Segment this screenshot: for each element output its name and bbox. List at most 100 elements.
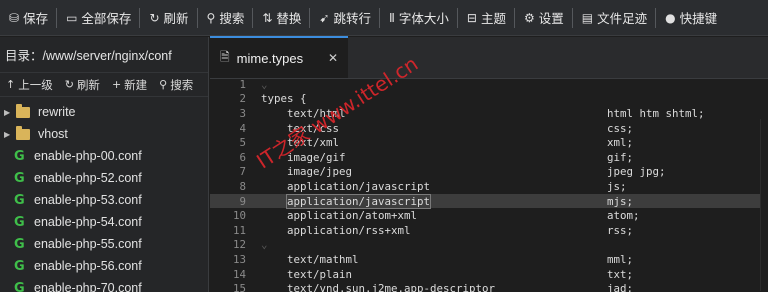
code-value: txt; <box>607 267 634 281</box>
code-editor: 🗎 mime.types ✕ 1 ⌄ 2 types {3 text/html html … <box>210 36 768 292</box>
save-icon: ⛁ <box>9 10 20 25</box>
conf-file-icon: G <box>14 170 25 186</box>
code-line: 12 ⌄ <box>210 238 768 253</box>
tree-item-label: enable-php-00.conf <box>34 149 142 163</box>
sidebar-action-label: 刷新 <box>76 79 100 92</box>
line-number: 11 <box>232 223 246 237</box>
tab-bar: 🗎 mime.types ✕ <box>210 36 768 79</box>
tree-item-label: vhost <box>38 127 68 141</box>
caret-right-icon: ▶ <box>4 129 11 139</box>
code-value: html htm shtml; <box>607 106 705 120</box>
toolbar-button-label: 跳转行 <box>333 12 371 26</box>
tree-item-label: enable-php-54.conf <box>34 215 142 229</box>
toolbar-button-2[interactable]: ↻ 刷新 <box>140 0 196 35</box>
code-value: jad; <box>607 282 634 292</box>
toolbar-button-label: 搜索 <box>219 12 245 26</box>
toolbar-button-label: 快捷键 <box>679 12 718 26</box>
sidebar-action-3[interactable]: ⚲ 搜索 <box>153 77 199 93</box>
line-number: 2 <box>239 92 246 106</box>
tree-file[interactable]: Genable-php-55.conf <box>0 233 208 255</box>
line-number: 7 <box>239 165 246 179</box>
code-line: 1 ⌄ <box>210 77 768 92</box>
tree-file[interactable]: Genable-php-54.conf <box>0 211 208 233</box>
search-icon: ⚲ <box>159 78 168 91</box>
code-value: xml; <box>607 136 634 150</box>
close-icon[interactable]: ✕ <box>328 51 338 65</box>
code-line-highlighted: 9 application/javascript mjs; <box>210 193 768 209</box>
sidebar-action-label: 上一级 <box>18 79 53 92</box>
conf-file-icon: G <box>14 214 25 230</box>
toolbar-button-label: 刷新 <box>163 12 189 26</box>
toolbar-button-3[interactable]: ⚲ 搜索 <box>198 0 253 35</box>
code-value: atom; <box>607 209 640 223</box>
code-value: jpeg jpg; <box>607 165 666 179</box>
toolbar-button-0[interactable]: ⛁ 保存 <box>0 0 56 35</box>
toolbar-button-5[interactable]: ➹ 跳转行 <box>310 0 379 35</box>
line-number: 5 <box>239 136 246 150</box>
sidebar-action-2[interactable]: + 新建 <box>106 77 153 93</box>
line-number: 4 <box>239 121 246 135</box>
sidebar-action-1[interactable]: ↻ 刷新 <box>59 77 106 93</box>
toolbar-button-1[interactable]: ▭ 全部保存 <box>57 0 139 35</box>
line-number: 14 <box>232 267 246 281</box>
refresh-icon: ↻ <box>149 10 160 25</box>
search-icon: ⚲ <box>206 10 216 25</box>
code-text: application/rss+xml <box>287 223 411 237</box>
code-text: text/mathml <box>287 252 359 266</box>
tree-folder[interactable]: ▶ rewrite <box>0 101 208 123</box>
tree-file[interactable]: Genable-php-56.conf <box>0 255 208 277</box>
tree-file[interactable]: Genable-php-52.conf <box>0 167 208 189</box>
code-value: gif; <box>607 150 634 164</box>
conf-file-icon: G <box>14 280 25 292</box>
toolbar-button-label: 文件足迹 <box>597 12 648 26</box>
line-number: 12 <box>232 238 246 252</box>
code-line: 11 application/rss+xml rss; <box>210 223 768 238</box>
sidebar-action-0[interactable]: ↑ 上一级 <box>0 77 59 93</box>
document-icon: 🗎 <box>220 49 230 64</box>
line-number: 8 <box>239 179 246 193</box>
code-area[interactable]: 1 ⌄ 2 types {3 text/html html htm shtml; 4 text… <box>210 77 768 292</box>
toolbar-button-9[interactable]: ▤ 文件足迹 <box>573 0 655 35</box>
font-size-icon: Ⅱ <box>388 10 395 25</box>
toolbar-button-4[interactable]: ⇅ 替换 <box>253 0 309 35</box>
conf-file-icon: G <box>14 148 25 164</box>
toolbar-button-label: 全部保存 <box>81 12 132 26</box>
conf-file-icon: G <box>14 192 25 208</box>
toolbar-button-6[interactable]: Ⅱ 字体大小 <box>380 0 457 35</box>
code-line: 2 types { <box>210 92 768 107</box>
code-text: image/jpeg <box>287 165 353 179</box>
toolbar-button-label: 主题 <box>480 12 506 26</box>
line-number: 3 <box>239 106 246 120</box>
code-value: rss; <box>607 223 634 237</box>
toolbar-button-7[interactable]: ⊟ 主题 <box>458 0 514 35</box>
line-number: 10 <box>232 209 246 223</box>
code-line: 13 text/mathml mml; <box>210 252 768 267</box>
vertical-scrollbar[interactable] <box>760 119 768 291</box>
shortcut-icon: ● <box>665 10 676 25</box>
up-level-icon: ↑ <box>6 78 16 91</box>
replace-icon: ⇅ <box>262 10 273 25</box>
code-line: 7 image/jpeg jpeg jpg; <box>210 165 768 180</box>
code-line: 8 application/javascript js; <box>210 179 768 194</box>
tree-item-label: enable-php-55.conf <box>34 237 142 251</box>
caret-right-icon: ▶ <box>4 107 11 117</box>
tree-file[interactable]: Genable-php-53.conf <box>0 189 208 211</box>
goto-line-icon: ➹ <box>319 10 330 25</box>
line-number: 15 <box>232 282 246 292</box>
tab-mime-types[interactable]: 🗎 mime.types ✕ <box>210 36 348 78</box>
tree-item-label: enable-php-53.conf <box>34 193 142 207</box>
fold-marker-icon: ⌄ <box>261 77 268 91</box>
current-directory: 目录：/www/server/nginx/conf <box>0 37 208 73</box>
editor-toolbar: ⛁ 保存 ▭ 全部保存 ↻ 刷新 ⚲ 搜索 ⇅ 替换 ➹ 跳转行 Ⅱ 字体大小 ⊟ 主题 ⚙ 设置 ▤ 文件足迹 ● 快捷… <box>0 0 768 36</box>
code-value: js; <box>607 179 627 193</box>
tree-item-label: enable-php-52.conf <box>34 171 142 185</box>
save-all-icon: ▭ <box>66 10 78 25</box>
tree-file[interactable]: Genable-php-00.conf <box>0 145 208 167</box>
toolbar-button-10[interactable]: ● 快捷键 <box>656 0 725 35</box>
tree-folder[interactable]: ▶ vhost <box>0 123 208 145</box>
code-line: 3 text/html html htm shtml; <box>210 106 768 121</box>
tree-file[interactable]: Genable-php-70.conf <box>0 277 208 292</box>
toolbar-button-8[interactable]: ⚙ 设置 <box>515 0 572 35</box>
code-text: text/plain <box>287 267 353 281</box>
conf-file-icon: G <box>14 258 25 274</box>
